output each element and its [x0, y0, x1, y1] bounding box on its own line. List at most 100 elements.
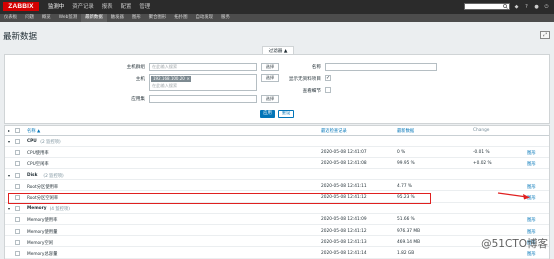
zabbix-logo[interactable]: ZABBIX [3, 2, 39, 11]
subnav-screens[interactable]: 聚合图形 [145, 14, 171, 22]
nav-inventory[interactable]: 资产记录 [68, 0, 98, 14]
expand-all-icon[interactable]: ▸ [8, 128, 10, 133]
change-value: -0.01 % [473, 150, 490, 156]
group-item-count: (2 监控项) [43, 173, 64, 179]
application-select-button[interactable]: 选择 [261, 95, 279, 103]
group-name: CPU [27, 139, 37, 144]
nav-administration[interactable]: 管理 [135, 0, 154, 14]
top-bar: ZABBIX 监测中 资产记录 报表 配置 管理 ◆ ? ● ⏻ [0, 0, 554, 14]
last-check: 2020-05-08 12:41:13 [321, 239, 367, 245]
hosts-placeholder: 在此输入搜索 [152, 83, 178, 88]
last-check: 2020-05-08 12:41:07 [321, 150, 367, 156]
item-name: Memory总容量 [27, 252, 58, 257]
group-item-count: (4 监控项) [49, 207, 70, 213]
nav-configuration[interactable]: 配置 [117, 0, 136, 14]
subnav-overview[interactable]: 概览 [38, 14, 55, 22]
row-checkbox[interactable] [15, 161, 20, 167]
reset-button[interactable]: 重设 [278, 110, 294, 118]
host-tag[interactable]: 192.168.100.20 × [151, 76, 191, 82]
name-input[interactable] [325, 63, 437, 71]
last-value: 0 % [397, 150, 406, 156]
item-name: Root分区使用率 [27, 184, 59, 190]
change-value: +0.02 % [473, 161, 492, 167]
subnav-triggers[interactable]: 触发器 [107, 14, 128, 22]
column-last-value: 最新数据 [397, 129, 415, 134]
table-row: Memory空闲 2020-05-08 12:41:13 469.14 MB 图形 [5, 238, 549, 248]
apply-button[interactable]: 应用 [260, 110, 275, 118]
application-input[interactable] [149, 95, 257, 103]
user-icon[interactable]: ● [533, 3, 540, 10]
global-search-input[interactable] [464, 3, 510, 10]
group-checkbox[interactable] [15, 206, 20, 212]
column-name[interactable]: 名称 ▲ [27, 128, 40, 134]
column-last-check[interactable]: 最近检查记录 [321, 128, 347, 134]
host-groups-select-button[interactable]: 选择 [261, 63, 279, 71]
graph-link[interactable]: 图形 [527, 161, 536, 167]
logout-icon[interactable]: ⏻ [543, 3, 550, 10]
last-value: 1.82 GB [397, 251, 415, 256]
collapse-group-icon[interactable]: ▾ [8, 139, 10, 144]
top-right-tools: ◆ ? ● ⏻ [464, 3, 550, 10]
last-check: 2020-05-08 12:41:08 [321, 161, 367, 167]
subnav-latest-data[interactable]: 最新数据 [81, 14, 107, 22]
remove-tag-icon[interactable]: × [186, 76, 189, 82]
graph-link[interactable]: 图形 [527, 229, 536, 235]
subnav-graphs[interactable]: 图形 [128, 14, 145, 22]
show-no-data-label: 显示无资料项目 [288, 77, 321, 82]
subnav-discovery[interactable]: 自动发现 [191, 14, 217, 22]
show-details-checkbox[interactable] [325, 87, 331, 93]
host-groups-input[interactable]: 在此输入搜索 [149, 63, 257, 71]
last-value: 4.77 % [397, 183, 413, 189]
help-icon[interactable]: ? [523, 3, 530, 10]
table-row: Root分区使用率 2020-05-08 12:41:11 4.77 % 图形 [5, 182, 549, 192]
group-row: ▾ Disk (2 监控项) [5, 171, 549, 181]
group-checkbox[interactable] [15, 139, 20, 144]
graph-link[interactable]: 图形 [527, 184, 536, 190]
group-checkbox[interactable] [15, 172, 20, 178]
row-checkbox[interactable] [15, 183, 20, 189]
graph-link[interactable]: 图形 [527, 217, 536, 223]
last-check: 2020-05-08 12:41:11 [321, 183, 367, 189]
table-row: CPU空闲率 2020-05-08 12:41:08 99.95 % +0.02 % 图… [5, 159, 549, 169]
last-check: 2020-05-08 12:41:12 [321, 228, 367, 234]
name-label: 名称 [311, 65, 321, 70]
table-row: Memory总容量 2020-05-08 12:41:14 1.82 GB 图形 [5, 249, 549, 259]
nav-monitoring[interactable]: 监测中 [44, 0, 68, 14]
share-icon[interactable]: ◆ [513, 3, 520, 10]
graph-link[interactable]: 图形 [527, 251, 536, 257]
subnav-problems[interactable]: 问题 [21, 14, 38, 22]
select-all-checkbox[interactable] [15, 128, 20, 133]
collapse-group-icon[interactable]: ▾ [8, 206, 10, 211]
table-row: Memory使用率 2020-05-08 12:41:09 51.66 % 图形 [5, 215, 549, 225]
last-check: 2020-05-08 12:41:14 [321, 251, 367, 256]
row-checkbox[interactable] [15, 217, 20, 223]
collapse-group-icon[interactable]: ▾ [8, 173, 10, 178]
graph-link[interactable]: 图形 [527, 195, 536, 201]
subnav-services[interactable]: 服务 [217, 14, 234, 22]
fullscreen-icon[interactable]: ⤢ [540, 31, 550, 39]
row-checkbox[interactable] [15, 239, 20, 245]
graph-link[interactable]: 图形 [527, 150, 536, 156]
group-row: ▾ Memory (4 监控项) [5, 204, 549, 214]
nav-reports[interactable]: 报表 [98, 0, 117, 14]
application-label: 应用集 [131, 97, 145, 102]
row-checkbox[interactable] [15, 228, 20, 234]
row-checkbox[interactable] [15, 251, 20, 256]
hosts-input[interactable]: 192.168.100.20 × 在此输入搜索 [149, 74, 257, 91]
host-tag-label: 192.168.100.20 [153, 76, 185, 81]
group-name: Disk [27, 172, 38, 178]
item-name: Memory空闲 [27, 240, 54, 246]
subnav-maps[interactable]: 拓扑图 [170, 14, 191, 22]
hosts-select-button[interactable]: 选择 [261, 74, 279, 82]
last-value: 51.66 % [397, 217, 415, 223]
sub-nav: 仪表板 问题 概览 Web监测 最新数据 触发器 图形 聚合图形 拓扑图 自动发… [0, 14, 554, 22]
show-no-data-checkbox[interactable]: ✓ [325, 75, 331, 81]
subnav-dashboard[interactable]: 仪表板 [0, 14, 21, 22]
row-checkbox[interactable] [15, 150, 20, 156]
item-name: Memory使用量 [27, 229, 58, 235]
filter-panel: 主机群组 在此输入搜索 选择 主机 192.168.100.20 × 在此输入搜… [4, 54, 550, 124]
show-details-label: 查看细节 [302, 89, 321, 94]
table-row: CPU使用率 2020-05-08 12:41:07 0 % -0.01 % 图形 [5, 148, 549, 158]
search-icon [503, 4, 508, 9]
subnav-web[interactable]: Web监测 [55, 14, 81, 22]
